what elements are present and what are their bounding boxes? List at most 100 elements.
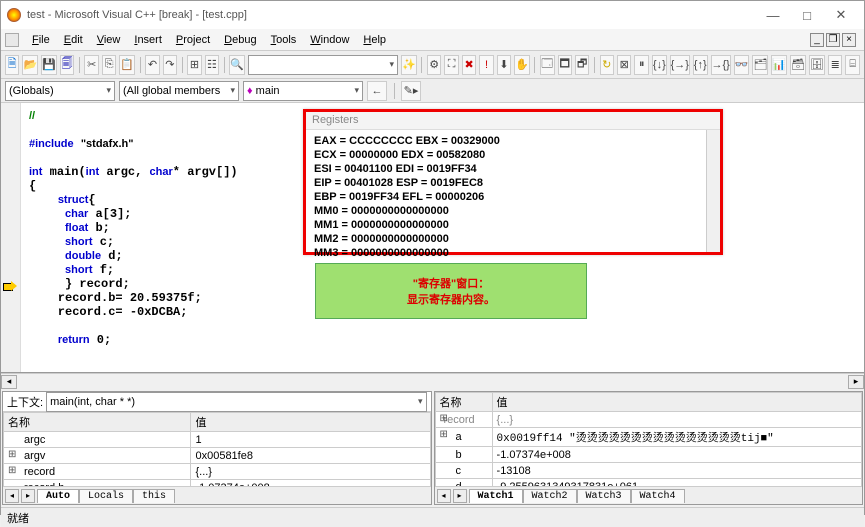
function-combo[interactable]: ♦ main [243, 81, 363, 101]
minimize-button[interactable]: — [756, 4, 790, 26]
variables-tabs: ◂ ▸ Auto Locals this [3, 486, 431, 504]
new-button[interactable]: 🗎 [5, 55, 19, 75]
tab-prev-button[interactable]: ◂ [437, 489, 451, 503]
paste-button[interactable]: 📋 [119, 55, 135, 75]
wand-button[interactable]: ✨ [401, 55, 417, 75]
cut-button[interactable]: ✂ [84, 55, 98, 75]
watch-grid[interactable]: 名称值 record{...} a0x0019ff14 "烫烫烫烫烫烫烫烫烫烫烫… [435, 392, 863, 486]
scroll-left-button[interactable]: ◂ [1, 375, 17, 389]
tab-this[interactable]: this [133, 489, 175, 503]
context-combo[interactable]: main(int, char * *) [46, 392, 426, 412]
find-combo[interactable] [248, 55, 398, 75]
menubar: File Edit View Insert Project Debug Tool… [1, 29, 864, 51]
step-into-button[interactable]: {↓} [652, 55, 667, 75]
disasm-button[interactable]: ⌸ [845, 55, 859, 75]
restart-button[interactable]: ↻ [600, 55, 614, 75]
tab-watch2[interactable]: Watch2 [523, 489, 577, 503]
compile-button[interactable]: ⚙ [427, 55, 441, 75]
run-to-button[interactable]: →{} [711, 55, 731, 75]
menu-insert[interactable]: Insert [127, 32, 169, 48]
titlebar: test - Microsoft Visual C++ [break] - [t… [1, 1, 864, 29]
undo-button[interactable]: ↶ [145, 55, 159, 75]
mdi-restore-button[interactable]: ❐ [826, 33, 840, 47]
members-combo[interactable]: (All global members [119, 81, 239, 101]
build-button[interactable]: ⛶ [444, 55, 458, 75]
close-button[interactable]: ✕ [824, 4, 858, 26]
tab-watch4[interactable]: Watch4 [631, 489, 685, 503]
variables-panel: 上下文: main(int, char * *) 名称值 argc1 argv0… [2, 391, 432, 505]
context-label: 上下文: [7, 394, 43, 410]
save-button[interactable]: 💾 [41, 55, 57, 75]
col-value[interactable]: 值 [492, 393, 861, 412]
tb-b[interactable]: 🗖 [558, 55, 572, 75]
workspace-button[interactable]: ⊞ [187, 55, 201, 75]
regs-button[interactable]: 🗃 [790, 55, 806, 75]
scope-combo[interactable]: (Globals) [5, 81, 115, 101]
watch-tabs: ◂ ▸ Watch1 Watch2 Watch3 Watch4 [435, 486, 863, 504]
registers-scrollbar[interactable] [706, 130, 720, 252]
callstack-button[interactable]: ≣ [828, 55, 842, 75]
annotation-line2: 显示寄存器内容。 [407, 291, 495, 307]
execute-button[interactable]: ! [479, 55, 493, 75]
tab-prev-button[interactable]: ◂ [5, 489, 19, 503]
wizard-bar: (Globals) (All global members ♦ main ← ✎… [1, 79, 864, 103]
menu-window[interactable]: Window [303, 32, 356, 48]
breakpoint-button[interactable]: ✋ [514, 55, 530, 75]
redo-button[interactable]: ↷ [163, 55, 177, 75]
mdi-close-button[interactable]: × [842, 33, 856, 47]
tab-locals[interactable]: Locals [79, 489, 133, 503]
menu-help[interactable]: Help [356, 32, 393, 48]
tb-a[interactable]: 🗔 [540, 55, 554, 75]
break-button[interactable]: ⏸ [634, 55, 648, 75]
doc-icon[interactable] [5, 33, 19, 47]
menu-project[interactable]: Project [169, 32, 217, 48]
annotation-callout: "寄存器"窗口： 显示寄存器内容。 [315, 263, 587, 319]
open-button[interactable]: 📂 [22, 55, 38, 75]
table-row: a0x0019ff14 "烫烫烫烫烫烫烫烫烫烫烫烫烫烫烫tij■" [435, 428, 862, 447]
col-value[interactable]: 值 [191, 413, 430, 432]
table-row: b-1.07374e+008 [435, 447, 862, 463]
registers-window[interactable]: Registers EAX = CCCCCCCC EBX = 00329000 … [303, 109, 723, 255]
statusbar: 就绪 [1, 507, 864, 527]
stop-build-button[interactable]: ✖ [462, 55, 476, 75]
window-title: test - Microsoft Visual C++ [break] - [t… [27, 9, 756, 21]
step-out-button[interactable]: {↑} [693, 55, 708, 75]
tb-c[interactable]: 🗗 [575, 55, 589, 75]
menu-tools[interactable]: Tools [264, 32, 304, 48]
save-all-button[interactable]: 🗐 [60, 55, 74, 75]
variables-button[interactable]: 📊 [771, 55, 787, 75]
quickwatch-button[interactable]: 👓 [734, 55, 750, 75]
tab-watch3[interactable]: Watch3 [577, 489, 631, 503]
go-button[interactable]: ⬇ [497, 55, 511, 75]
col-name[interactable]: 名称 [435, 393, 492, 412]
menu-file[interactable]: File [25, 32, 57, 48]
app-icon [7, 8, 21, 22]
watch-window-button[interactable]: 🗂 [752, 55, 768, 75]
table-row: record{...} [4, 464, 431, 480]
table-row: argv0x00581fe8 [4, 448, 431, 464]
nav-back-button[interactable]: ← [367, 81, 387, 101]
find-button[interactable]: 🔍 [229, 55, 245, 75]
execution-pointer-icon [3, 281, 17, 291]
editor-hscroll[interactable]: ◂ ▸ [1, 373, 864, 389]
menu-debug[interactable]: Debug [217, 32, 263, 48]
scroll-right-button[interactable]: ▸ [848, 375, 864, 389]
tab-next-button[interactable]: ▸ [453, 489, 467, 503]
wizard-action-button[interactable]: ✎▸ [401, 81, 421, 101]
menu-view[interactable]: View [90, 32, 128, 48]
menu-edit[interactable]: Edit [57, 32, 90, 48]
tab-next-button[interactable]: ▸ [21, 489, 35, 503]
stop-debug-button[interactable]: ⊠ [617, 55, 631, 75]
variables-grid[interactable]: 名称值 argc1 argv0x00581fe8 record{...} rec… [3, 412, 431, 486]
mdi-minimize-button[interactable]: _ [810, 33, 824, 47]
code-editor[interactable]: // #include "stdafx.h" int main(int argc… [1, 103, 864, 373]
mem-button[interactable]: 🗄 [809, 55, 825, 75]
step-over-button[interactable]: {→} [670, 55, 690, 75]
table-row: c-13108 [435, 463, 862, 479]
class-button[interactable]: ☷ [205, 55, 219, 75]
tab-auto[interactable]: Auto [37, 489, 79, 503]
col-name[interactable]: 名称 [4, 413, 191, 432]
maximize-button[interactable]: □ [790, 4, 824, 26]
copy-button[interactable]: ⎘ [102, 55, 116, 75]
tab-watch1[interactable]: Watch1 [469, 489, 523, 503]
